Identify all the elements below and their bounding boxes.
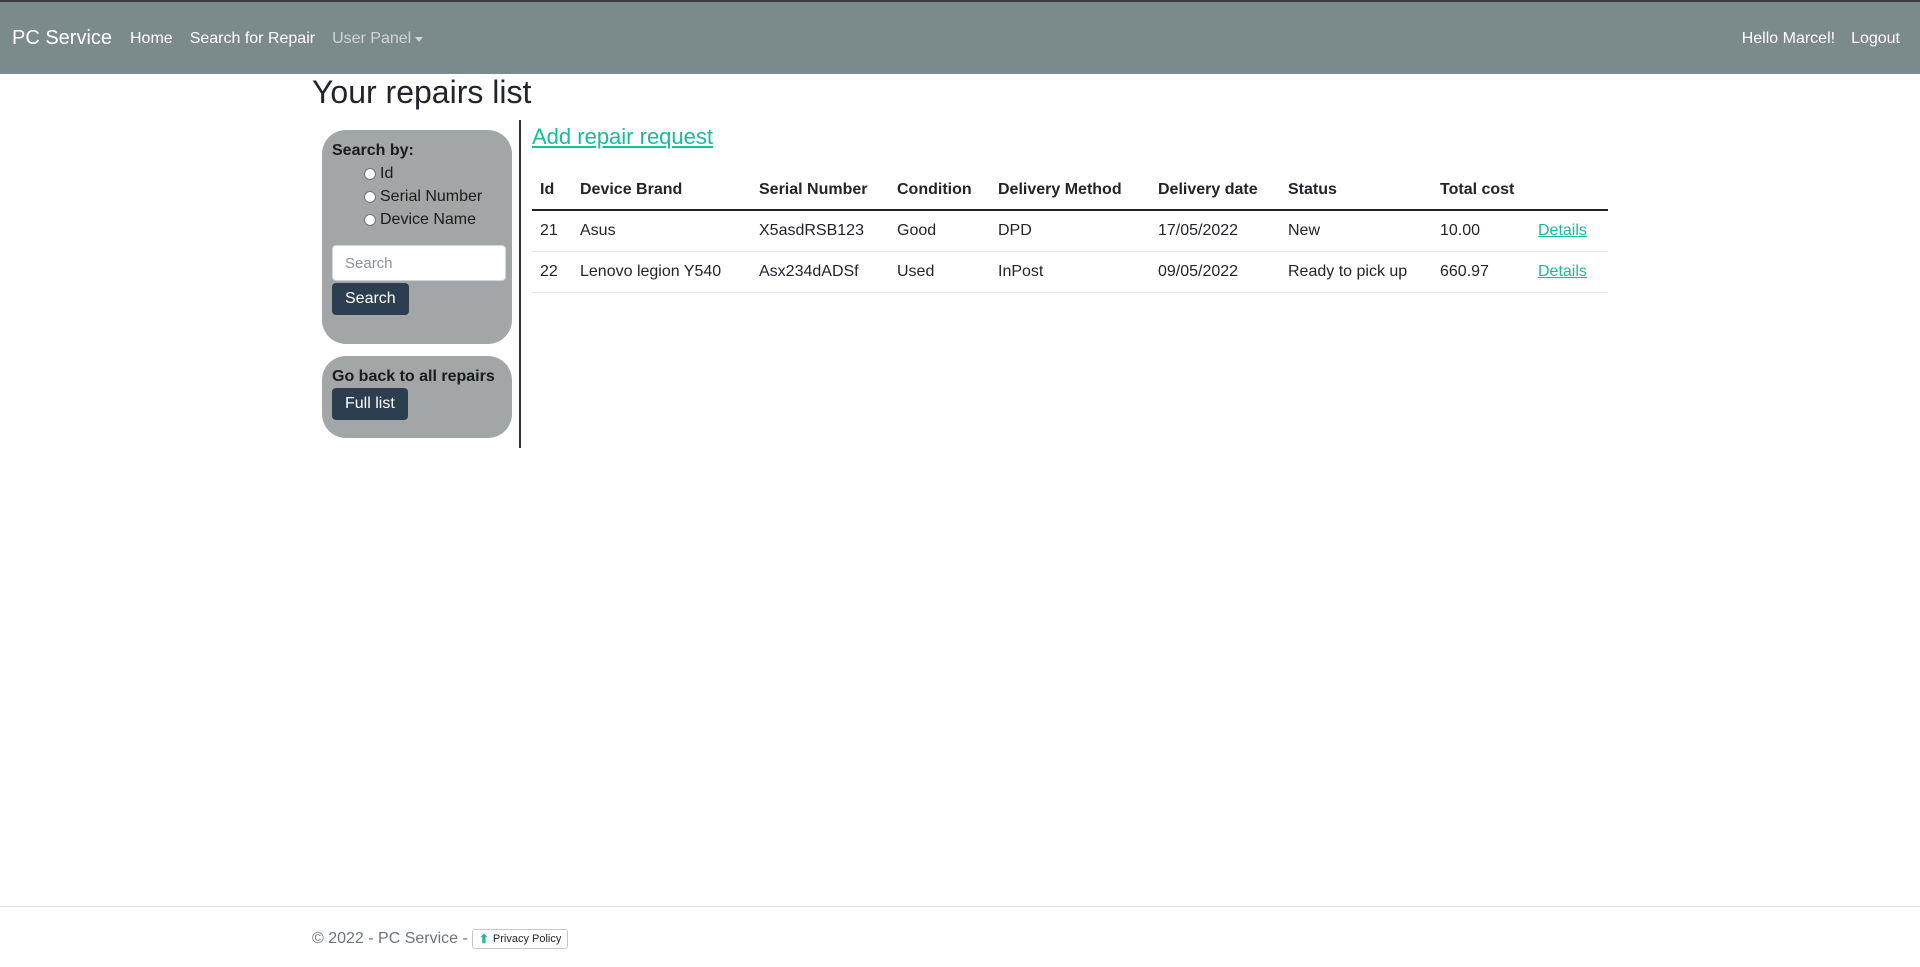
cell-delivery-method: DPD xyxy=(990,210,1150,252)
nav-search-repair-link[interactable]: Search for Repair xyxy=(190,30,315,48)
footer-divider xyxy=(0,906,1920,907)
cell-delivery-method: InPost xyxy=(990,251,1150,293)
footer-copyright: © 2022 - PC Service - xyxy=(312,930,468,947)
search-input[interactable] xyxy=(332,245,506,281)
privacy-policy-link[interactable]: ⬆ Privacy Policy xyxy=(471,929,569,949)
repairs-table: Id Device Brand Serial Number Condition … xyxy=(532,174,1608,293)
col-device-brand: Device Brand xyxy=(572,174,751,211)
cell-total-cost: 660.97 xyxy=(1432,251,1530,293)
nav-home-link[interactable]: Home xyxy=(130,30,173,48)
radio-label: Serial Number xyxy=(380,188,483,205)
cell-device-brand: Asus xyxy=(572,210,751,252)
table-row: 21 Asus X5asdRSB123 Good DPD 17/05/2022 … xyxy=(532,210,1608,252)
full-list-button[interactable]: Full list xyxy=(332,388,408,420)
radio-id[interactable]: Id xyxy=(364,165,502,183)
brand-link[interactable]: PC Service xyxy=(12,27,112,50)
col-total-cost: Total cost xyxy=(1432,174,1530,211)
search-card: Search by: Id Serial Number Device Name … xyxy=(322,130,512,344)
radio-label: Device Name xyxy=(380,211,477,228)
cell-device-brand: Lenovo legion Y540 xyxy=(572,251,751,293)
cell-status: Ready to pick up xyxy=(1280,251,1432,293)
user-panel-label: User Panel xyxy=(332,30,412,47)
back-card: Go back to all repairs Full list xyxy=(322,356,512,438)
cell-id: 22 xyxy=(532,251,572,293)
col-delivery-date: Delivery date xyxy=(1150,174,1280,211)
col-id: Id xyxy=(532,174,572,211)
logout-link[interactable]: Logout xyxy=(1851,30,1900,48)
details-link[interactable]: Details xyxy=(1530,210,1608,252)
radio-button[interactable] xyxy=(364,168,376,180)
details-link[interactable]: Details xyxy=(1530,251,1608,293)
cell-delivery-date: 17/05/2022 xyxy=(1150,210,1280,252)
user-panel-dropdown[interactable]: User Panel xyxy=(332,30,424,48)
privacy-policy-label: Privacy Policy xyxy=(492,933,562,945)
table-row: 22 Lenovo legion Y540 Asx234dADSf Used I… xyxy=(532,251,1608,293)
radio-button[interactable] xyxy=(364,191,376,203)
search-button[interactable]: Search xyxy=(332,283,409,315)
col-status: Status xyxy=(1280,174,1432,211)
cell-condition: Good xyxy=(889,210,990,252)
greeting-link[interactable]: Hello Marcel! xyxy=(1742,30,1835,48)
radio-device-name[interactable]: Device Name xyxy=(364,211,502,229)
cell-total-cost: 10.00 xyxy=(1432,210,1530,252)
arrow-up-icon: ⬆ xyxy=(478,932,489,946)
radio-serial-number[interactable]: Serial Number xyxy=(364,188,502,206)
radio-label: Id xyxy=(380,165,394,182)
cell-serial-number: Asx234dADSf xyxy=(751,251,889,293)
back-label: Go back to all repairs xyxy=(332,368,495,385)
footer: © 2022 - PC Service - ⬆ Privacy Policy xyxy=(312,929,569,949)
cell-id: 21 xyxy=(532,210,572,252)
nav-links: Home Search for Repair User Panel xyxy=(130,30,440,48)
radio-button[interactable] xyxy=(364,214,376,226)
cell-status: New xyxy=(1280,210,1432,252)
cell-serial-number: X5asdRSB123 xyxy=(751,210,889,252)
cell-condition: Used xyxy=(889,251,990,293)
chevron-down-icon xyxy=(415,36,424,42)
vertical-divider xyxy=(519,120,521,448)
page-title: Your repairs list xyxy=(312,74,532,110)
col-serial-number: Serial Number xyxy=(751,174,889,211)
col-delivery-method: Delivery Method xyxy=(990,174,1150,211)
col-actions xyxy=(1530,174,1608,211)
cell-delivery-date: 09/05/2022 xyxy=(1150,251,1280,293)
table-header-row: Id Device Brand Serial Number Condition … xyxy=(532,174,1608,211)
col-condition: Condition xyxy=(889,174,990,211)
search-by-label: Search by: xyxy=(332,142,414,159)
nav-user: Hello Marcel! Logout xyxy=(1726,30,1900,48)
navbar: PC Service Home Search for Repair User P… xyxy=(0,2,1920,74)
add-repair-link[interactable]: Add repair request xyxy=(532,124,713,150)
